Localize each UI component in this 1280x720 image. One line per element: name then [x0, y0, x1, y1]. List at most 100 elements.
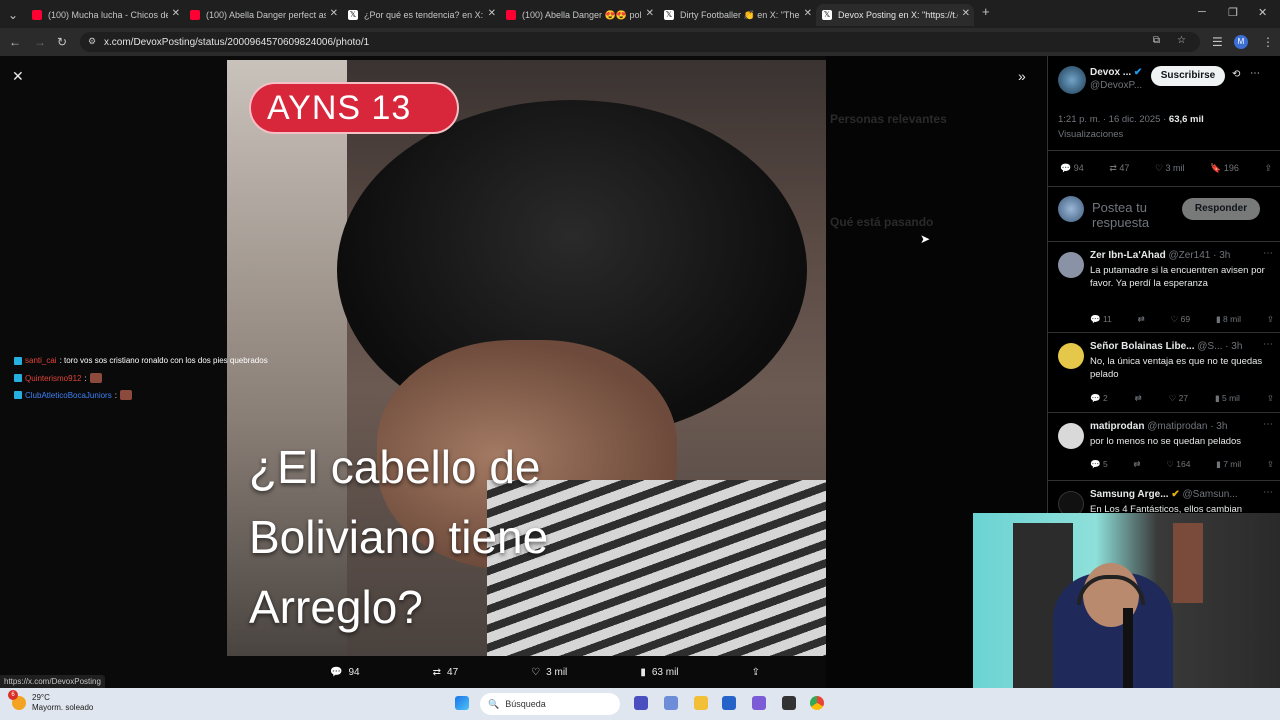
more-options-icon[interactable]: ⋯ [1263, 487, 1273, 498]
chrome-icon[interactable] [810, 696, 824, 710]
avatar[interactable] [1058, 252, 1084, 278]
avatar[interactable] [1058, 343, 1084, 369]
reply-count[interactable]: 💬 2 [1090, 393, 1108, 404]
reload-icon[interactable]: ↻ [57, 35, 67, 49]
reply-item[interactable]: matiprodan @matiprodan · 3h ⋯ por lo men… [1048, 412, 1280, 478]
reply-composer[interactable]: Postea tu respuesta [1092, 200, 1172, 230]
browser-tab[interactable]: (100) Mucha lucha - Chicos de ✕ [26, 4, 184, 26]
copilot-icon[interactable] [664, 696, 678, 710]
new-tab-icon[interactable]: + [982, 4, 990, 19]
close-tab-icon[interactable]: ✕ [488, 8, 496, 19]
obs-icon[interactable] [782, 696, 796, 710]
close-window-icon[interactable]: ✕ [1258, 6, 1267, 19]
reply-count[interactable]: 💬 5 [1090, 459, 1108, 470]
repost-stat[interactable]: ⇄ 47 [1109, 163, 1129, 174]
like-count[interactable]: ♡ 164 [1166, 459, 1190, 470]
close-tab-icon[interactable]: ✕ [646, 8, 654, 19]
x-logo-icon: 𝕏 [348, 10, 358, 20]
reply-author[interactable]: Samsung Arge... ✔ @Samsun... [1090, 489, 1250, 500]
reply-author[interactable]: Señor Bolainas Libe... @S... · 3h [1090, 341, 1250, 352]
weather-widget[interactable]: 6 29°C Mayorm. soleado [8, 690, 93, 713]
photo-caption: ¿El cabello de Boliviano tiene Arreglo? [249, 441, 549, 633]
more-options-icon[interactable]: ⋯ [1263, 419, 1273, 430]
back-icon[interactable]: ← [9, 35, 21, 49]
expand-panel-icon[interactable]: » [1018, 68, 1026, 84]
bookmark-star-icon[interactable]: ☆ [1177, 35, 1186, 46]
twitch-icon [14, 391, 22, 399]
x-logo-icon: 𝕏 [822, 10, 832, 20]
close-viewer-icon[interactable]: ✕ [12, 68, 24, 85]
close-tab-icon[interactable]: ✕ [804, 8, 812, 19]
share-icon[interactable]: ⇪ [1267, 314, 1274, 325]
minimize-icon[interactable]: ─ [1198, 6, 1206, 18]
like-button[interactable]: ♡ 3 mil [531, 667, 567, 678]
url-field[interactable]: ⚙ x.com/DevoxPosting/status/200096457060… [80, 32, 1200, 52]
taskbar-search[interactable]: 🔍 Búsqueda [480, 693, 620, 715]
reply-text: No, la única ventaja es que no te quedas… [1090, 356, 1263, 380]
like-count[interactable]: ♡ 27 [1169, 393, 1188, 404]
install-icon[interactable]: ⧉ [1153, 35, 1160, 46]
repost-icon[interactable]: ⇄ [1133, 459, 1140, 470]
site-info-icon[interactable]: ⚙ [88, 36, 96, 47]
ghost-heading-trending: Qué está pasando [830, 215, 934, 229]
discord-icon[interactable] [752, 696, 766, 710]
grok-icon[interactable]: ⟲ [1232, 69, 1240, 80]
reply-button[interactable]: 💬 94 [330, 667, 360, 678]
task-view-icon[interactable] [634, 696, 648, 710]
share-icon[interactable]: ⇪ [1267, 393, 1274, 404]
browser-tab[interactable]: 𝕏 Dirty Footballer 👏 en X: "The ✕ [658, 4, 816, 26]
more-options-icon[interactable]: ⋯ [1250, 68, 1260, 79]
windows-start-icon[interactable] [455, 696, 469, 710]
browser-tab[interactable]: 𝕏 ¿Por qué es tendencia? en X: " ✕ [342, 4, 500, 26]
menu-icon[interactable]: ⋮ [1262, 35, 1274, 49]
close-tab-icon[interactable]: ✕ [172, 8, 180, 19]
views-count[interactable]: ▮ 8 mil [1216, 314, 1241, 325]
store-icon[interactable] [722, 696, 736, 710]
close-tab-icon[interactable]: ✕ [330, 8, 338, 19]
reply-author[interactable]: matiprodan @matiprodan · 3h [1090, 421, 1250, 432]
twitch-icon [14, 374, 22, 382]
close-tab-icon[interactable]: ✕ [962, 8, 970, 19]
post-stats-bar: 💬 94 ⇄ 47 ♡ 3 mil 🔖 196 ⇪ [1060, 163, 1272, 174]
like-stat[interactable]: ♡ 3 mil [1155, 163, 1185, 174]
subscribe-button[interactable]: Suscribirse [1151, 66, 1225, 86]
bookmark-stat[interactable]: 🔖 196 [1210, 163, 1239, 174]
repost-icon[interactable]: ⇄ [1138, 314, 1145, 325]
reply-submit-button[interactable]: Responder [1182, 198, 1260, 220]
reply-author[interactable]: Zer Ibn-La'Ahad @Zer141 · 3h [1090, 250, 1250, 261]
more-options-icon[interactable]: ⋯ [1263, 339, 1273, 350]
share-button[interactable]: ⇪ [752, 667, 760, 678]
reply-count[interactable]: 💬 11 [1090, 314, 1112, 325]
browser-tab[interactable]: (100) Abella Danger 😍😍 pol ✕ [500, 4, 658, 26]
repost-button[interactable]: ⇄ 47 [433, 667, 459, 678]
views-count[interactable]: ▮ 5 mil [1215, 393, 1240, 404]
repost-icon[interactable]: ⇄ [1135, 393, 1142, 404]
emote-icon [119, 390, 132, 400]
mouse-cursor-icon: ➤ [920, 232, 931, 246]
views-button[interactable]: ▮ 63 mil [640, 667, 678, 678]
share-icon[interactable]: ⇪ [1264, 163, 1272, 174]
forward-icon[interactable]: → [34, 35, 46, 49]
like-count[interactable]: ♡ 69 [1171, 314, 1190, 325]
views-count[interactable]: ▮ 7 mil [1216, 459, 1241, 470]
maximize-icon[interactable]: ❐ [1228, 6, 1238, 19]
tab-search-icon[interactable]: ⌄ [8, 8, 18, 22]
avatar[interactable] [1058, 423, 1084, 449]
more-options-icon[interactable]: ⋯ [1263, 248, 1273, 259]
webcam-overlay [973, 513, 1280, 688]
author-name[interactable]: Devox ... ✔ [1090, 67, 1142, 78]
author-handle[interactable]: @DevoxP... [1090, 80, 1142, 91]
reply-item[interactable]: Zer Ibn-La'Ahad @Zer141 · 3h ⋯ La putama… [1048, 241, 1280, 329]
share-icon[interactable]: ⇪ [1267, 459, 1274, 470]
post-photo[interactable]: AYNS 13 ¿El cabello de Boliviano tiene A… [227, 60, 826, 656]
reply-actions: 💬 2 ⇄ ♡ 27 ▮ 5 mil ⇪ [1090, 393, 1274, 404]
reply-item[interactable]: Señor Bolainas Libe... @S... · 3h ⋯ No, … [1048, 332, 1280, 410]
file-explorer-icon[interactable] [694, 696, 708, 710]
views-label: Visualizaciones [1058, 129, 1124, 140]
author-avatar[interactable] [1058, 66, 1086, 94]
tab-list-icon[interactable]: ☰ [1212, 35, 1223, 49]
profile-avatar[interactable]: M [1234, 35, 1248, 49]
reply-stat[interactable]: 💬 94 [1060, 163, 1084, 174]
browser-tab[interactable]: (100) Abella Danger perfect ass ✕ [184, 4, 342, 26]
browser-tab-active[interactable]: 𝕏 Devox Posting en X: "https://t.c ✕ [816, 4, 974, 26]
